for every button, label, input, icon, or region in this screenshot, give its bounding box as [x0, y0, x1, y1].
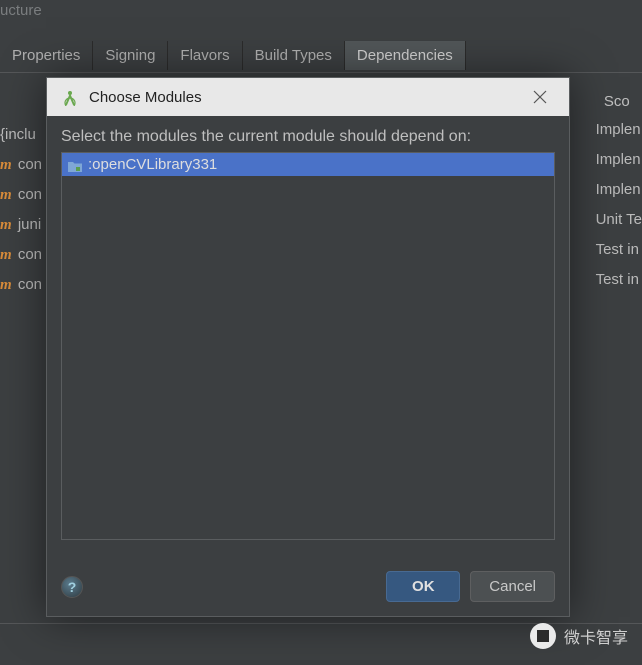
dialog-footer: ? OK Cancel [61, 571, 555, 602]
ok-button[interactable]: OK [386, 571, 460, 602]
scope-column: Sco Implen Implen Implen Unit Te Test in… [592, 88, 642, 295]
module-m-icon: m [0, 277, 12, 293]
dialog-title: Choose Modules [89, 89, 515, 106]
table-row[interactable]: m con [0, 240, 42, 270]
module-list[interactable]: :openCVLibrary331 [61, 152, 555, 540]
watermark: 微卡智享 [530, 623, 628, 649]
android-studio-icon [61, 88, 79, 106]
table-row[interactable]: m con [0, 150, 42, 180]
scope-value[interactable]: Test in [592, 265, 642, 295]
module-folder-icon [68, 159, 82, 171]
row-text: juni [14, 216, 42, 233]
dependency-list-left: {inclu m con m con m juni m con m con [0, 120, 42, 300]
scope-value[interactable]: Implen [592, 115, 642, 145]
scope-value[interactable]: Implen [592, 145, 642, 175]
tab-flavors[interactable]: Flavors [168, 41, 242, 70]
choose-modules-dialog: Choose Modules Select the modules the cu… [46, 77, 570, 617]
row-text: {inclu [0, 126, 36, 143]
module-item-label: :openCVLibrary331 [88, 156, 217, 173]
table-row[interactable]: {inclu [0, 120, 42, 150]
help-icon[interactable]: ? [61, 576, 83, 598]
dialog-buttons: OK Cancel [386, 571, 555, 602]
window-title: ucture [0, 2, 42, 19]
row-text: con [14, 246, 42, 263]
tab-properties[interactable]: Properties [0, 41, 93, 70]
dialog-titlebar[interactable]: Choose Modules [47, 78, 569, 116]
module-m-icon: m [0, 247, 12, 263]
dialog-prompt: Select the modules the current module sh… [61, 128, 555, 146]
row-text: con [14, 276, 42, 293]
divider [0, 72, 642, 73]
module-list-item[interactable]: :openCVLibrary331 [62, 153, 554, 176]
module-m-icon: m [0, 187, 12, 203]
watermark-text: 微卡智享 [564, 624, 628, 648]
tabs-row: Properties Signing Flavors Build Types D… [0, 41, 466, 70]
table-row[interactable]: m con [0, 270, 42, 300]
scope-header: Sco [592, 88, 642, 115]
cancel-button[interactable]: Cancel [470, 571, 555, 602]
module-m-icon: m [0, 157, 12, 173]
row-text: con [14, 186, 42, 203]
module-m-icon: m [0, 217, 12, 233]
dialog-body: Select the modules the current module sh… [47, 116, 569, 552]
tab-dependencies[interactable]: Dependencies [345, 41, 466, 70]
scope-value[interactable]: Implen [592, 175, 642, 205]
tab-signing[interactable]: Signing [93, 41, 168, 70]
close-icon[interactable] [525, 82, 555, 112]
table-row[interactable]: m juni [0, 210, 42, 240]
watermark-icon [530, 623, 556, 649]
scope-value[interactable]: Test in [592, 235, 642, 265]
scope-value[interactable]: Unit Te [592, 205, 642, 235]
tab-build-types[interactable]: Build Types [243, 41, 345, 70]
row-text: con [14, 156, 42, 173]
table-row[interactable]: m con [0, 180, 42, 210]
